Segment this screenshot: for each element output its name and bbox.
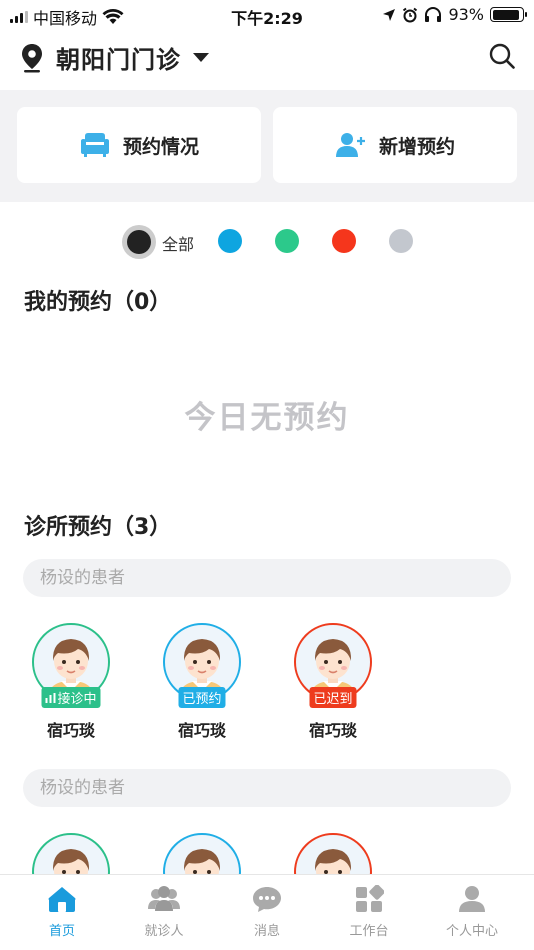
- tab-messages[interactable]: 消息: [232, 885, 302, 939]
- filter-cancelled[interactable]: [389, 229, 413, 253]
- group-header[interactable]: 杨设的患者: [23, 559, 511, 597]
- tab-patients[interactable]: 就诊人: [129, 885, 199, 939]
- status-right: 93%: [382, 5, 527, 24]
- sofa-icon: [80, 133, 109, 157]
- quick-actions: 预约情况 新增预约: [0, 90, 534, 202]
- tab-label: 消息: [253, 924, 280, 939]
- status-badge: 已预约: [178, 687, 226, 708]
- tab-label: 工作台: [349, 924, 389, 939]
- patient-card[interactable]: 已预约 宿巧琰: [162, 623, 242, 741]
- location-selector[interactable]: 朝阳门门诊: [20, 40, 209, 75]
- location-arrow-icon: [383, 8, 396, 21]
- home-icon: [48, 887, 76, 912]
- new-appointment-button[interactable]: 新增预约: [273, 107, 517, 183]
- appointments-button[interactable]: 预约情况: [17, 107, 261, 183]
- filter-late[interactable]: [332, 229, 356, 253]
- tab-label: 就诊人: [144, 924, 184, 939]
- bar-chart-icon: [45, 692, 56, 703]
- people-icon: [148, 886, 180, 911]
- workbench-icon: [356, 884, 385, 912]
- appointments-label: 预约情况: [122, 135, 199, 158]
- status-bar: 中国移动 下午2:29 93%: [0, 0, 534, 30]
- profile-icon: [459, 886, 485, 912]
- patient-card[interactable]: 已迟到 宿巧琰: [293, 623, 373, 741]
- status-filter: 全部: [0, 222, 534, 260]
- filter-all[interactable]: [122, 225, 156, 259]
- headphones-icon: [425, 6, 442, 22]
- tab-workbench[interactable]: 工作台: [334, 884, 404, 939]
- filter-in-progress[interactable]: [218, 229, 242, 253]
- tab-bar: 首页 就诊人 消息 工作台 个人中心: [0, 874, 534, 950]
- search-icon[interactable]: [488, 42, 516, 70]
- battery-icon: [490, 7, 527, 22]
- message-icon: [253, 887, 281, 912]
- patient-name: 宿巧琰: [46, 721, 95, 740]
- location-title: 朝阳门门诊: [56, 46, 181, 74]
- my-appointments-title: 我的预约（0）: [24, 290, 172, 315]
- filter-all-label: 全部: [162, 235, 195, 254]
- status-badge-text: 接诊中: [57, 692, 97, 707]
- empty-state-text: 今日无预约: [184, 400, 350, 436]
- map-pin-icon: [22, 43, 42, 72]
- tab-label: 首页: [48, 924, 75, 939]
- patient-name: 宿巧琰: [308, 721, 357, 740]
- status-badge: 已迟到: [309, 687, 357, 708]
- tab-home[interactable]: 首页: [27, 885, 97, 939]
- filter-all-dot: [127, 230, 151, 254]
- status-badge: 接诊中: [41, 687, 101, 708]
- filter-waiting[interactable]: [275, 229, 299, 253]
- status-badge-text: 已迟到: [313, 692, 353, 707]
- tab-label: 个人中心: [445, 924, 498, 939]
- group-header[interactable]: 杨设的患者: [23, 769, 511, 807]
- clinic-appointments-title: 诊所预约（3）: [24, 515, 172, 540]
- patient-card[interactable]: 接诊中 宿巧琰: [31, 623, 111, 741]
- patient-name: 宿巧琰: [177, 721, 226, 740]
- chevron-down-icon: [193, 53, 209, 62]
- header: 朝阳门门诊: [0, 30, 534, 88]
- new-appointment-label: 新增预约: [378, 135, 455, 158]
- tab-profile[interactable]: 个人中心: [437, 885, 507, 939]
- battery-percent: 93%: [448, 5, 484, 24]
- add-user-icon: [335, 133, 365, 157]
- battery-fill: [492, 9, 520, 20]
- alarm-icon: [403, 7, 418, 22]
- status-badge-text: 已预约: [182, 692, 222, 707]
